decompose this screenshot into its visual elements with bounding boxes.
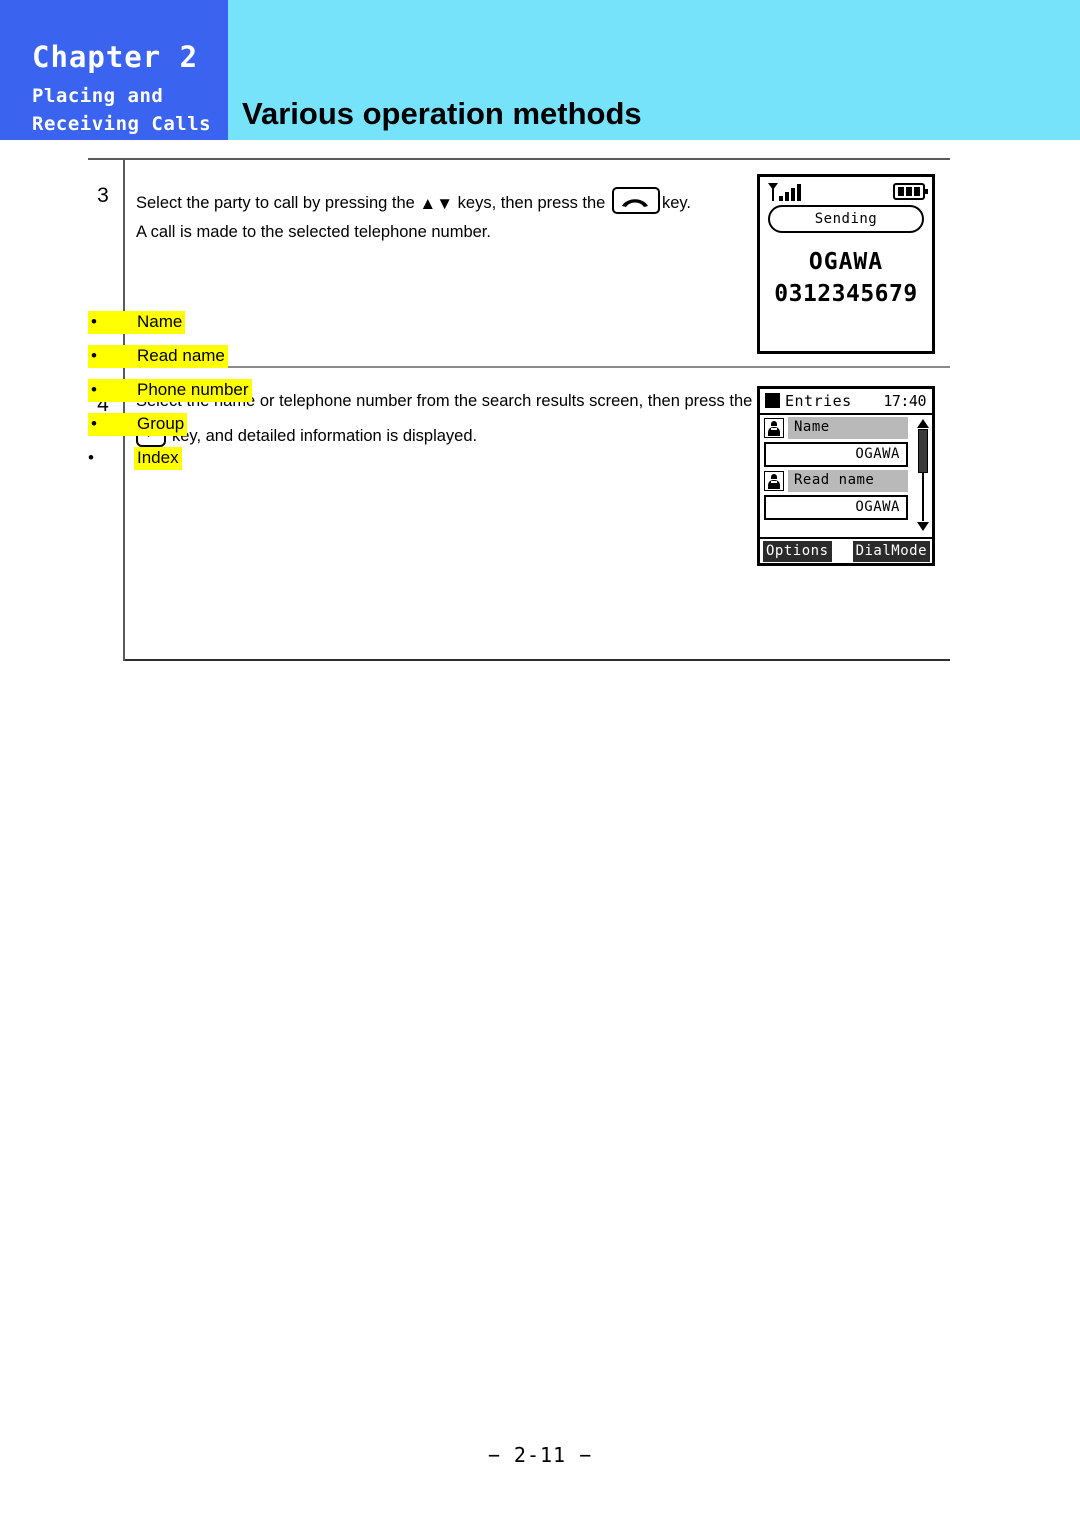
detail-fields-list: • Name • Read name • Phone number • Group • I… <box>88 311 252 481</box>
chapter-subtitle-line1: Placing and <box>32 85 164 107</box>
list-item-label: Group <box>137 414 185 433</box>
filled-square-icon <box>765 393 780 408</box>
list-item-label: Name <box>137 312 183 331</box>
bullet-icon: • <box>91 312 97 331</box>
scrollbar-thumb[interactable] <box>918 429 928 473</box>
entries-field-label-row: Name <box>764 417 908 440</box>
phone-screen-entries: Entries 17:40 Name OGAWA Read name OGAWA… <box>757 386 935 566</box>
list-item: • Phone number <box>88 379 252 413</box>
signal-bars-icon <box>768 183 801 201</box>
down-arrow-icon: ▼ <box>436 194 454 213</box>
step-3-text-b: keys, then press the <box>457 194 606 212</box>
entries-field-label: Name <box>788 417 908 439</box>
scroll-down-arrow-icon[interactable] <box>917 522 929 531</box>
calling-party-number: 0312345679 <box>774 281 918 307</box>
step-3-instruction-line-2: A call is made to the selected telephone… <box>136 223 491 241</box>
entries-field-value[interactable]: OGAWA <box>764 442 908 467</box>
page-title: Various operation methods <box>242 96 642 131</box>
list-item-highlight: • Read name <box>88 345 228 368</box>
chapter-label: Chapter 2 <box>32 40 199 74</box>
page-number-footer: − 2-11 − <box>487 1443 593 1467</box>
list-item-highlight: • Name <box>88 311 186 334</box>
list-item-highlight: • Group <box>88 413 188 436</box>
entries-scrollbar[interactable] <box>916 419 930 531</box>
step-3-text-a: Select the party to call by pressing the <box>136 194 415 212</box>
list-item-highlight: • Phone number <box>88 379 252 402</box>
entries-field-value[interactable]: OGAWA <box>764 495 908 520</box>
list-item-label: Read name <box>137 346 225 365</box>
chapter-subtitle-line2: Receiving Calls <box>32 113 212 135</box>
list-item-label: Phone number <box>137 380 249 399</box>
entries-field-label-row: Read name <box>764 470 908 493</box>
step-3-text-c: key. <box>661 194 691 212</box>
list-item: • Read name <box>88 345 252 379</box>
entries-title-label: Entries <box>785 392 852 410</box>
entries-field-list: Name OGAWA Read name OGAWA <box>760 417 912 523</box>
table-bottom-border <box>123 659 950 661</box>
entries-field-label: Read name <box>788 470 908 492</box>
step-3-instruction-line-1: Select the party to call by pressing the… <box>136 187 691 214</box>
table-top-border <box>88 158 950 160</box>
list-item-label: Index <box>137 448 179 467</box>
bullet-icon: • <box>91 414 97 433</box>
list-item: • Name <box>88 311 252 345</box>
softkey-options[interactable]: Options <box>763 541 832 562</box>
entries-clock: 17:40 <box>883 392 926 410</box>
list-item: • Group <box>88 413 252 447</box>
list-item: • Index <box>88 447 252 481</box>
step-number-3: 3 <box>97 184 109 207</box>
phone-status-bar <box>760 177 932 205</box>
softkey-dialmode[interactable]: DialMode <box>852 541 930 562</box>
calling-party-name: OGAWA <box>808 249 884 275</box>
bullet-icon: • <box>91 380 97 399</box>
bullet-icon: • <box>88 448 94 467</box>
chapter-subtitle: Placing and Receiving Calls <box>32 82 211 138</box>
battery-icon <box>893 183 928 200</box>
list-item-highlight: Index <box>134 447 182 470</box>
up-arrow-icon: ▲ <box>419 194 437 213</box>
bullet-icon: • <box>91 346 97 365</box>
contact-person-icon <box>764 418 784 438</box>
softkey-bar: Options DialMode <box>760 537 932 563</box>
phone-screen-sending: Sending OGAWA 0312345679 <box>757 174 935 354</box>
send-key-icon <box>611 187 660 214</box>
scroll-up-arrow-icon[interactable] <box>917 419 929 428</box>
sending-status-pill: Sending <box>768 205 924 233</box>
entries-title-bar: Entries 17:40 <box>760 389 932 415</box>
contact-person-icon <box>764 471 784 491</box>
page-header: Chapter 2 Placing and Receiving Calls Va… <box>0 0 1080 140</box>
